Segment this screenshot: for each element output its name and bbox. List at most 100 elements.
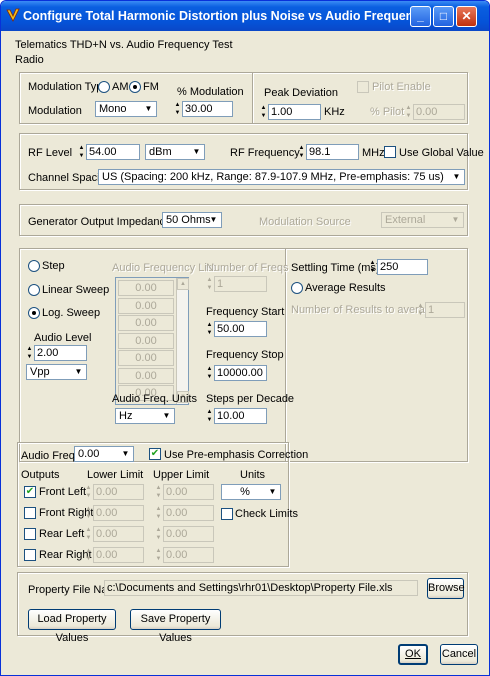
- freq-start-input[interactable]: 50.00: [214, 321, 267, 337]
- audio-level-unit-select[interactable]: Vpp ▼: [26, 364, 87, 380]
- pilot-pct-spinner[interactable]: ▲ ▼: [405, 104, 412, 120]
- lower-limit-input[interactable]: 0.00: [93, 484, 144, 500]
- step-label: Step: [42, 260, 65, 272]
- upper-limit-spinner[interactable]: ▲ ▼: [155, 547, 162, 563]
- close-button[interactable]: ✕: [456, 6, 477, 27]
- pct-modulation-input[interactable]: 30.00: [182, 101, 233, 117]
- scroll-up-icon[interactable]: ▲: [177, 278, 189, 290]
- pilot-pct-input[interactable]: 0.00: [413, 104, 465, 120]
- num-freqs-spinner[interactable]: ▲ ▼: [206, 276, 213, 292]
- modulation-type-label: Modulation Type: [28, 81, 109, 93]
- title-bar[interactable]: Configure Total Harmonic Distortion plus…: [1, 1, 489, 31]
- num-freqs-input[interactable]: 1: [214, 276, 267, 292]
- output-checkbox[interactable]: ✔: [24, 486, 36, 498]
- freq-list[interactable]: 0.00 0.00 0.00 0.00 0.00 0.00 0.00 ▲ ▼: [115, 277, 189, 405]
- num-avg-spinner[interactable]: ▲ ▼: [417, 302, 424, 318]
- upper-limit-spinner[interactable]: ▲ ▼: [155, 505, 162, 521]
- am-radio[interactable]: [98, 81, 110, 93]
- preemphasis-checkbox[interactable]: ✔: [149, 448, 161, 460]
- load-property-button[interactable]: Load Property Values: [28, 609, 116, 644]
- maximize-button[interactable]: □: [433, 6, 454, 27]
- freq-list-scrollbar[interactable]: ▲ ▼: [176, 278, 189, 404]
- freq-list-item[interactable]: 0.00: [118, 350, 174, 366]
- browse-button[interactable]: Browse: [427, 578, 465, 599]
- peak-deviation-spinner[interactable]: ▲ ▼: [260, 104, 267, 120]
- linear-sweep-radio[interactable]: [28, 284, 40, 296]
- audio-level-spinner[interactable]: ▲ ▼: [26, 345, 33, 361]
- freq-list-item[interactable]: 0.00: [118, 367, 174, 384]
- rf-level-spinner[interactable]: ▲ ▼: [78, 144, 85, 160]
- channel-spacing-value: US (Spacing: 200 kHz, Range: 87.9-107.9 …: [102, 171, 444, 183]
- output-checkbox[interactable]: [24, 528, 36, 540]
- audio-level-unit-value: Vpp: [30, 366, 50, 378]
- pct-modulation-spinner[interactable]: ▲ ▼: [174, 101, 181, 117]
- chevron-down-icon: ▼: [121, 449, 130, 458]
- log-sweep-radio[interactable]: [28, 307, 40, 319]
- audio-freq-units-select[interactable]: Hz ▼: [115, 408, 175, 424]
- freq-start-spinner[interactable]: ▲ ▼: [206, 321, 213, 337]
- units-label: Units: [240, 469, 266, 481]
- save-property-button[interactable]: Save Property Values: [130, 609, 221, 644]
- freq-list-item[interactable]: 0.00: [118, 315, 174, 331]
- num-avg-input[interactable]: 1: [425, 302, 465, 318]
- app-icon: [6, 8, 20, 22]
- freq-list-item[interactable]: 0.00: [118, 297, 174, 314]
- lower-limit-spinner[interactable]: ▲ ▼: [85, 547, 92, 563]
- settling-time-input[interactable]: 250: [377, 259, 428, 275]
- upper-limit-input[interactable]: 0.00: [163, 505, 214, 521]
- am-label: AM: [112, 81, 129, 93]
- rf-frequency-spinner[interactable]: ▲ ▼: [298, 144, 305, 160]
- freq-stop-input[interactable]: 10000.00: [214, 365, 267, 381]
- channel-spacing-select[interactable]: US (Spacing: 200 kHz, Range: 87.9-107.9 …: [98, 169, 465, 185]
- chevron-down-icon: ▼: [209, 215, 218, 224]
- modulation-source-select[interactable]: External ▼: [381, 212, 464, 228]
- dialog-client: Telematics THD+N vs. Audio Frequency Tes…: [4, 31, 486, 674]
- output-label: Rear Right: [39, 549, 92, 561]
- rf-level-input[interactable]: 54.00: [86, 144, 140, 160]
- lower-limit-spinner[interactable]: ▲ ▼: [85, 484, 92, 500]
- lower-limit-input[interactable]: 0.00: [93, 526, 144, 542]
- lower-limit-input[interactable]: 0.00: [93, 505, 144, 521]
- upper-limit-spinner[interactable]: ▲ ▼: [155, 484, 162, 500]
- pilot-enable-checkbox[interactable]: [357, 81, 369, 93]
- steps-per-decade-spinner[interactable]: ▲ ▼: [206, 408, 213, 424]
- rf-level-unit-select[interactable]: dBm ▼: [145, 144, 205, 160]
- peak-deviation-input[interactable]: 1.00: [268, 104, 321, 120]
- audio-freq-select[interactable]: 0.00 ▼: [74, 446, 134, 462]
- chevron-down-icon: ▼: [452, 172, 461, 181]
- freq-stop-spinner[interactable]: ▲ ▼: [206, 365, 213, 381]
- average-results-radio[interactable]: [291, 282, 303, 294]
- upper-limit-spinner[interactable]: ▲ ▼: [155, 526, 162, 542]
- output-checkbox[interactable]: [24, 507, 36, 519]
- upper-limit-input[interactable]: 0.00: [163, 547, 214, 563]
- lower-limit-input[interactable]: 0.00: [93, 547, 144, 563]
- upper-limit-label: Upper Limit: [153, 469, 210, 481]
- steps-per-decade-input[interactable]: 10.00: [214, 408, 267, 424]
- rf-frequency-label: RF Frequency: [230, 147, 300, 159]
- fm-radio[interactable]: [129, 81, 141, 93]
- use-global-value-checkbox[interactable]: [384, 146, 396, 158]
- upper-limit-input[interactable]: 0.00: [163, 526, 214, 542]
- property-file-input[interactable]: c:\Documents and Settings\rhr01\Desktop\…: [104, 580, 418, 596]
- modulation-label: Modulation: [28, 105, 82, 117]
- rf-frequency-input[interactable]: 98.1: [306, 144, 359, 160]
- freq-list-item[interactable]: 0.00: [118, 332, 174, 349]
- ok-button[interactable]: OK: [398, 644, 428, 665]
- lower-limit-spinner[interactable]: ▲ ▼: [85, 505, 92, 521]
- upper-limit-input[interactable]: 0.00: [163, 484, 214, 500]
- freq-list-item[interactable]: 0.00: [118, 280, 174, 296]
- output-label: Front Left: [39, 486, 87, 498]
- lower-limit-spinner[interactable]: ▲ ▼: [85, 526, 92, 542]
- pilot-enable-label: Pilot Enable: [372, 81, 431, 93]
- audio-level-input[interactable]: 2.00: [34, 345, 87, 361]
- settling-time-spinner[interactable]: ▲ ▼: [369, 259, 376, 275]
- generator-impedance-select[interactable]: 50 Ohms ▼: [162, 212, 222, 228]
- close-icon: ✕: [461, 9, 472, 23]
- output-checkbox[interactable]: [24, 549, 36, 561]
- limits-units-select[interactable]: % ▼: [221, 484, 281, 500]
- check-limits-checkbox[interactable]: [221, 508, 233, 520]
- minimize-button[interactable]: _: [410, 6, 431, 27]
- cancel-button[interactable]: Cancel: [440, 644, 478, 665]
- modulation-select[interactable]: Mono ▼: [95, 101, 157, 117]
- step-radio[interactable]: [28, 260, 40, 272]
